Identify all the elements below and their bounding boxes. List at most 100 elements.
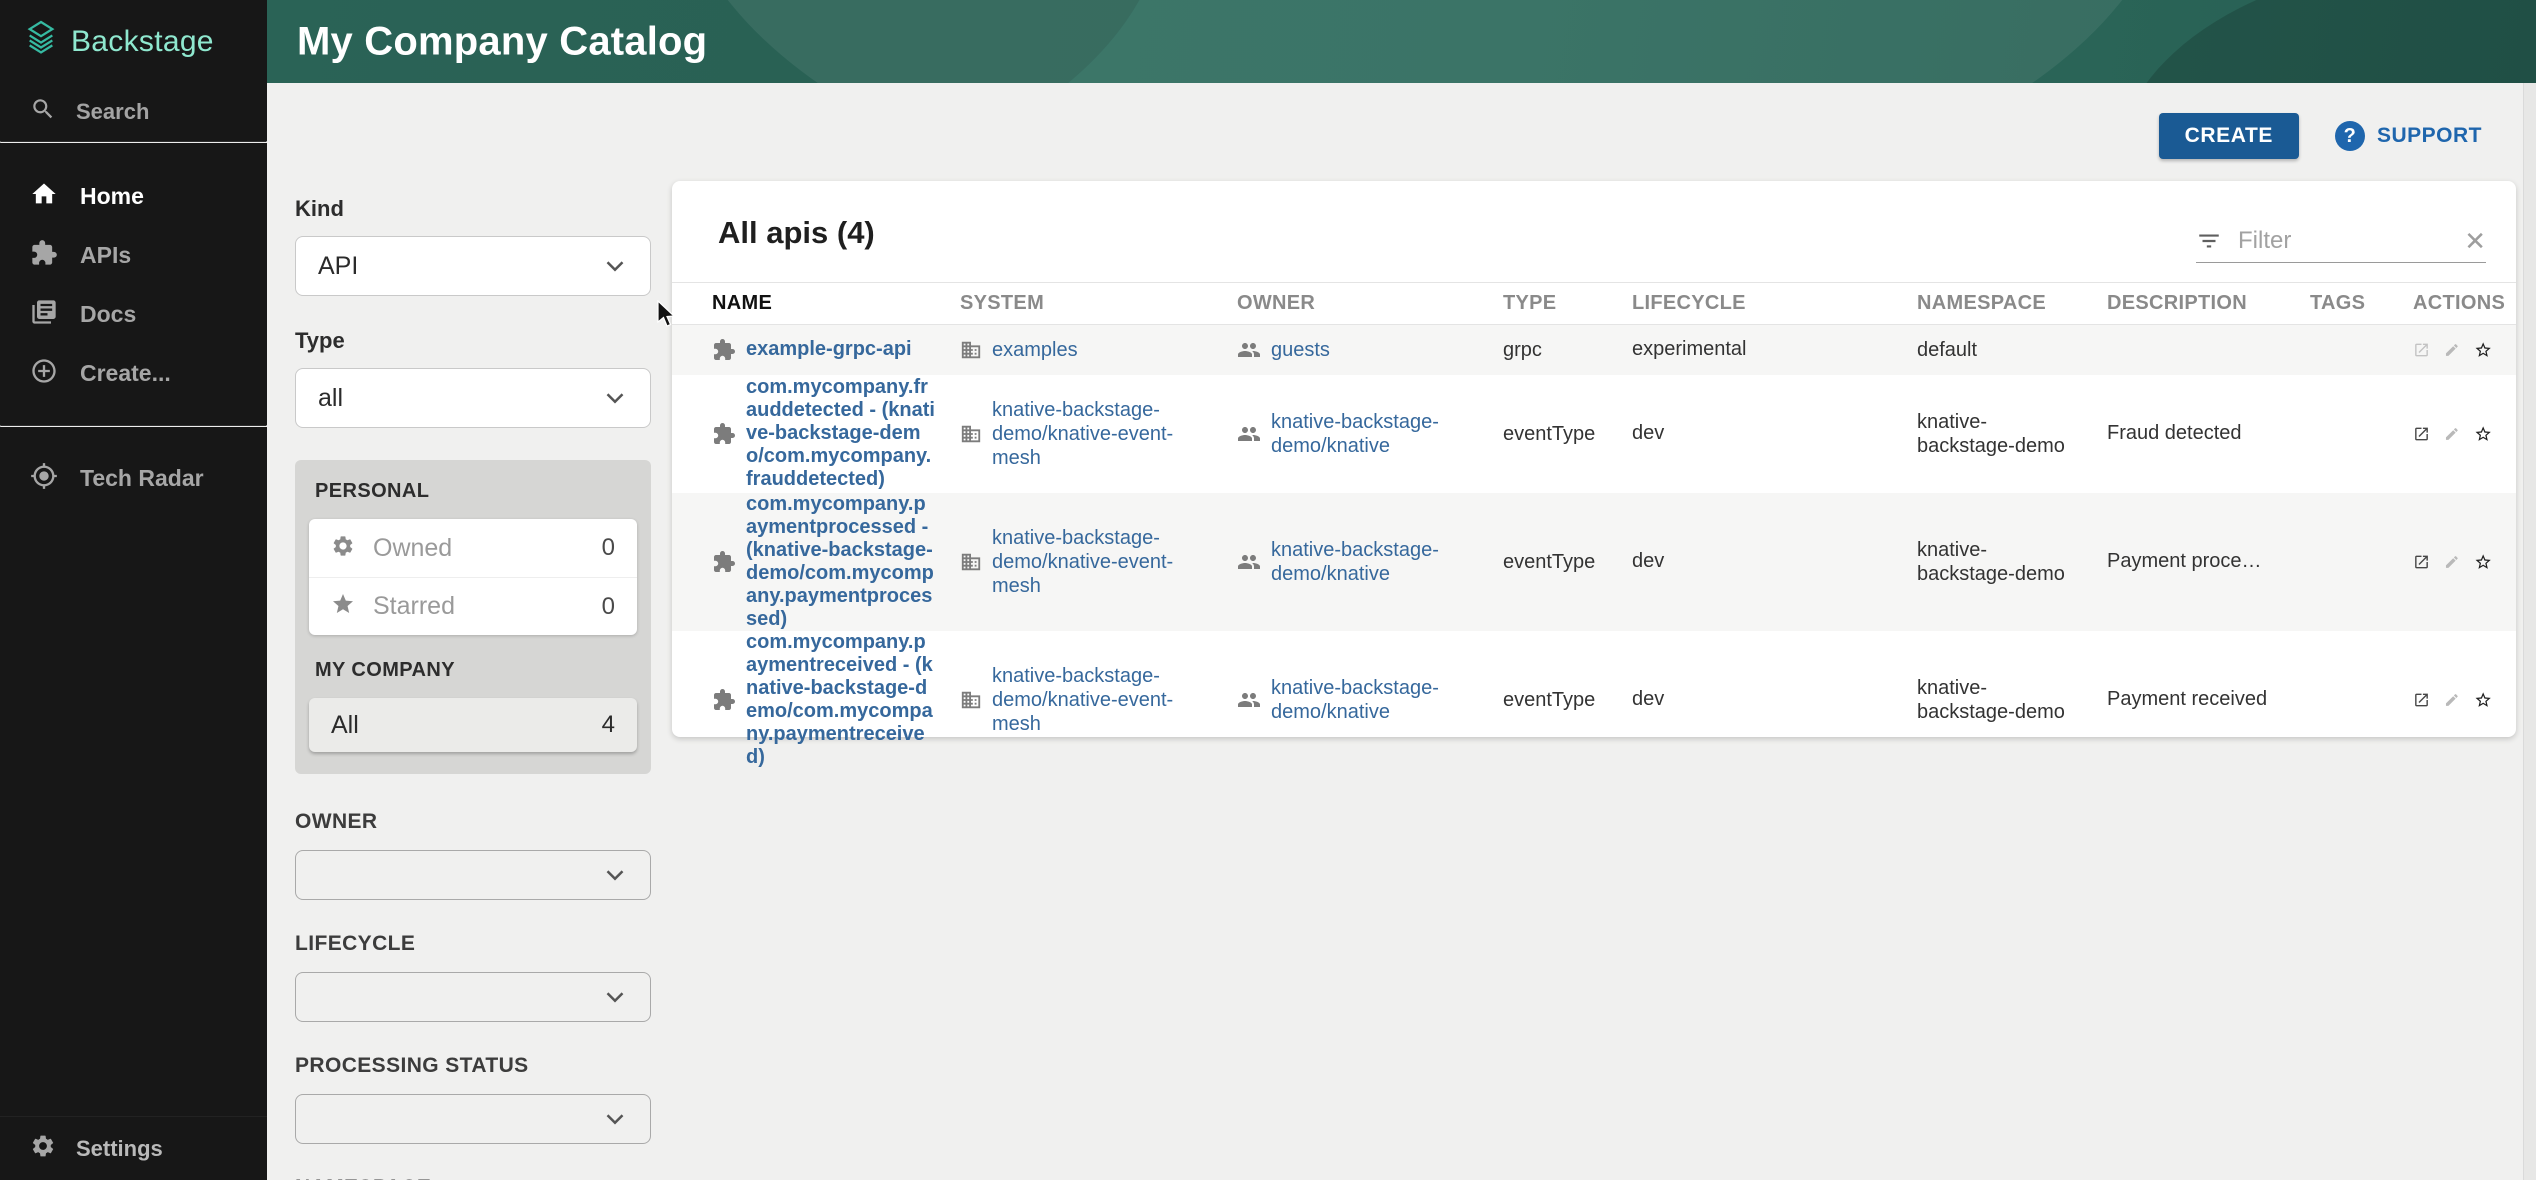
page-title: My Company Catalog xyxy=(297,19,707,64)
open-in-new-icon[interactable] xyxy=(2413,337,2430,363)
settings-icon xyxy=(30,1133,56,1165)
ownership-picker: PERSONAL Owned 0 Starred 0 MY COMP xyxy=(295,460,651,774)
settings-label: Settings xyxy=(76,1136,163,1162)
owner-link[interactable]: knative-backstage-demo/knative xyxy=(1271,676,1479,724)
scrollbar[interactable] xyxy=(2523,83,2536,1180)
type-cell: grpc xyxy=(1503,325,1632,375)
create-button[interactable]: CREATE xyxy=(2159,113,2299,159)
chevron-down-icon xyxy=(600,251,630,281)
chevron-down-icon xyxy=(600,1104,630,1134)
sidebar-item-label: Docs xyxy=(80,301,136,328)
open-in-new-icon[interactable] xyxy=(2413,549,2430,575)
lifecycle-select[interactable] xyxy=(295,972,651,1022)
owner-link[interactable]: knative-backstage-demo/knative xyxy=(1271,410,1479,458)
entity-name-link[interactable]: com.mycompany.paymentprocessed - (knativ… xyxy=(746,493,936,631)
entity-name-link[interactable]: example-grpc-api xyxy=(746,338,912,361)
nav-gap xyxy=(0,403,267,425)
help-icon xyxy=(2335,121,2365,151)
nav-gap xyxy=(0,427,267,449)
kind-filter-group: Kind API xyxy=(295,196,651,296)
processing-status-filter-group: PROCESSING STATUS xyxy=(295,1054,651,1144)
column-header-system[interactable]: SYSTEM xyxy=(960,283,1237,325)
system-icon xyxy=(960,689,982,711)
type-select[interactable]: all xyxy=(295,368,651,428)
tech-radar-icon xyxy=(30,462,58,496)
entity-name-link[interactable]: com.mycompany.frauddetected - (knative-b… xyxy=(746,376,936,491)
star-outline-icon[interactable] xyxy=(2474,420,2492,448)
kind-select[interactable]: API xyxy=(295,236,651,296)
owned-count: 0 xyxy=(602,534,615,562)
system-link[interactable]: examples xyxy=(992,338,1078,362)
support-button[interactable]: SUPPORT xyxy=(2335,121,2482,151)
column-header-lifecycle[interactable]: LIFECYCLE xyxy=(1632,283,1917,325)
system-link[interactable]: knative-backstage-demo/knative-event-mes… xyxy=(992,526,1213,598)
type-filter-group: Type all xyxy=(295,328,651,428)
type-value: all xyxy=(318,384,343,413)
backstage-app: Backstage Search Home APIs xyxy=(0,0,2536,1180)
column-header-tags[interactable]: TAGS xyxy=(2310,283,2413,325)
owner-filter-group: OWNER xyxy=(295,810,651,900)
sidebar-search[interactable]: Search xyxy=(0,83,267,141)
description-cell: Fraud detected xyxy=(2107,375,2310,493)
sidebar-item-settings[interactable]: Settings xyxy=(0,1116,267,1180)
puzzle-icon xyxy=(712,422,736,446)
edit-pencil-icon[interactable] xyxy=(2444,688,2460,712)
owner-select[interactable] xyxy=(295,850,651,900)
processing-status-select[interactable] xyxy=(295,1094,651,1144)
owner-group-icon xyxy=(1237,550,1261,574)
sidebar-item-label: Home xyxy=(80,183,144,210)
column-header-name[interactable]: NAME xyxy=(672,283,960,325)
sidebar-item-docs[interactable]: Docs xyxy=(0,285,267,344)
system-link[interactable]: knative-backstage-demo/knative-event-mes… xyxy=(992,398,1213,470)
edit-pencil-icon[interactable] xyxy=(2444,422,2460,446)
column-header-owner[interactable]: OWNER xyxy=(1237,283,1503,325)
description-cell: Payment received xyxy=(2107,631,2310,769)
column-header-description[interactable]: DESCRIPTION xyxy=(2107,283,2310,325)
column-header-type[interactable]: TYPE xyxy=(1503,283,1632,325)
open-in-new-icon[interactable] xyxy=(2413,687,2430,713)
sidebar-item-home[interactable]: Home xyxy=(0,167,267,226)
owner-link[interactable]: knative-backstage-demo/knative xyxy=(1271,538,1479,586)
owned-option[interactable]: Owned 0 xyxy=(309,519,637,577)
starred-option[interactable]: Starred 0 xyxy=(309,577,637,635)
backstage-logo[interactable]: Backstage xyxy=(0,0,267,83)
owner-label: OWNER xyxy=(295,810,651,834)
table-header-row: NAME SYSTEM OWNER TYPE LIFECYCLE NAMESPA… xyxy=(672,283,2516,325)
sidebar-item-tech-radar[interactable]: Tech Radar xyxy=(0,449,267,508)
system-icon xyxy=(960,339,982,361)
edit-pencil-icon[interactable] xyxy=(2444,338,2460,362)
namespace-cell: knative-backstage-demo xyxy=(1917,631,2107,769)
puzzle-icon xyxy=(712,550,736,574)
system-icon xyxy=(960,423,982,445)
system-icon xyxy=(960,551,982,573)
logo-text: Backstage xyxy=(71,25,214,59)
column-header-namespace[interactable]: NAMESPACE xyxy=(1917,283,2107,325)
search-label: Search xyxy=(76,99,149,125)
system-link[interactable]: knative-backstage-demo/knative-event-mes… xyxy=(992,664,1213,736)
edit-pencil-icon[interactable] xyxy=(2444,550,2460,574)
personal-title: PERSONAL xyxy=(315,480,637,503)
star-outline-icon[interactable] xyxy=(2474,336,2492,364)
star-outline-icon[interactable] xyxy=(2474,686,2492,714)
puzzle-icon xyxy=(712,338,736,362)
puzzle-icon xyxy=(30,239,58,273)
clear-x-icon[interactable]: ✕ xyxy=(2464,228,2486,254)
sidebar-item-apis[interactable]: APIs xyxy=(0,226,267,285)
namespace-filter-group: NAMESPACE xyxy=(295,1176,651,1180)
table-row: example-grpc-api examples guests grpc ex… xyxy=(672,325,2516,375)
owner-group-icon xyxy=(1237,338,1261,362)
sidebar-item-create[interactable]: Create... xyxy=(0,344,267,403)
table-filter: ✕ xyxy=(2196,219,2486,263)
owned-label: Owned xyxy=(373,534,584,563)
starred-label: Starred xyxy=(373,592,584,621)
table-filter-input[interactable] xyxy=(2238,227,2448,255)
sidebar-item-label: APIs xyxy=(80,242,131,269)
entity-name-link[interactable]: com.mycompany.paymentreceived - (knative… xyxy=(746,631,936,769)
all-option[interactable]: All 4 xyxy=(309,698,637,752)
chevron-down-icon xyxy=(600,860,630,890)
owner-link[interactable]: guests xyxy=(1271,338,1330,362)
star-outline-icon[interactable] xyxy=(2474,548,2492,576)
chevron-down-icon xyxy=(600,383,630,413)
namespace-label: NAMESPACE xyxy=(295,1176,651,1180)
open-in-new-icon[interactable] xyxy=(2413,421,2430,447)
